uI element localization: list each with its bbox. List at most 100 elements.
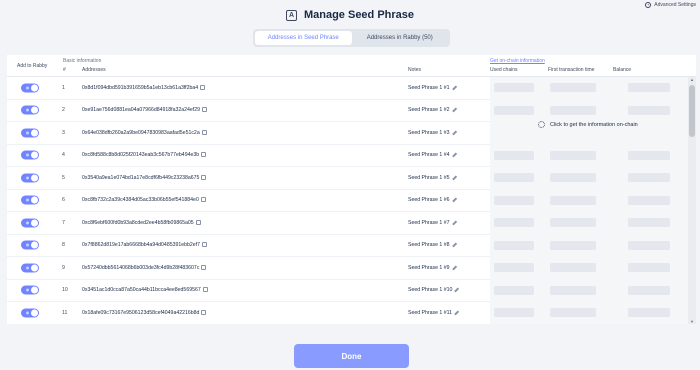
title-bar: A Manage Seed Phrase: [0, 6, 700, 24]
row-address: 0xc8fd588c8b8d025f20143eab3c567b77eb494e…: [82, 152, 207, 159]
onchain-placeholder-row: [490, 190, 688, 213]
edit-icon[interactable]: [451, 130, 457, 135]
row-note: Seed Phrase 1 #11: [408, 310, 459, 316]
tab-addresses-in-rabby[interactable]: Addresses in Rabby (50): [352, 31, 449, 45]
row-note: Seed Phrase 1 #5: [408, 175, 457, 181]
note-text: Seed Phrase 1 #9: [408, 264, 450, 271]
used-chains-placeholder: [494, 173, 534, 182]
scroll-up-icon[interactable]: ▲: [689, 77, 695, 82]
advanced-settings-link[interactable]: + Advanced Settings: [645, 2, 696, 8]
edit-icon[interactable]: [451, 85, 457, 90]
add-to-rabby-toggle[interactable]: [21, 308, 39, 318]
used-chains-placeholder: [494, 83, 534, 92]
edit-icon[interactable]: [451, 152, 457, 158]
edit-icon[interactable]: [454, 310, 459, 315]
table-row: 5 0x3540a9ea1e074bd1a17e8cdf6fb449c23238a…: [7, 167, 490, 190]
group-basic-info: Basic information: [63, 58, 102, 64]
toggle-indicator: [26, 176, 29, 180]
scroll-down-icon[interactable]: ▼: [689, 319, 695, 324]
get-onchain-info-link[interactable]: Get on-chain information: [490, 58, 545, 64]
used-chains-placeholder: [494, 240, 534, 250]
add-to-rabby-toggle[interactable]: [21, 195, 39, 205]
balance-placeholder: [628, 240, 670, 250]
add-to-rabby-toggle[interactable]: [21, 218, 39, 228]
seed-phrase-icon: A: [285, 9, 297, 21]
first-tx-placeholder: [550, 105, 596, 115]
row-index: 1: [62, 84, 65, 91]
onchain-placeholder-row: [490, 167, 688, 190]
address-text: 0x64e038dfb260a2a9be0947830983aafad5e51c…: [82, 129, 200, 136]
copy-icon[interactable]: [201, 152, 207, 158]
edit-icon[interactable]: [451, 175, 457, 180]
row-address: 0x57240dbb5614068b6b003de3fc4d9b28f48360…: [82, 264, 207, 271]
add-to-rabby-toggle[interactable]: [21, 263, 39, 273]
add-to-rabby-toggle[interactable]: [21, 105, 39, 115]
onchain-placeholder-row: [490, 77, 688, 100]
add-to-rabby-toggle[interactable]: [21, 240, 39, 250]
used-chains-placeholder: [494, 263, 534, 272]
table-row: 6 0xc8fb732c2a39c4384d05ac33b06b55ef54188…: [7, 190, 490, 212]
onchain-placeholder-row: [490, 100, 688, 123]
row-note: Seed Phrase 1 #4: [408, 152, 457, 158]
edit-icon[interactable]: [451, 197, 457, 203]
col-index: #: [63, 67, 66, 73]
col-add-to-rabby: Add to Rabby: [17, 63, 48, 69]
toggle-indicator: [26, 311, 29, 315]
row-note: Seed Phrase 1 #10: [408, 287, 460, 293]
copy-icon[interactable]: [201, 309, 207, 315]
scrollbar[interactable]: ▲ ▼: [688, 77, 696, 324]
edit-icon[interactable]: [451, 220, 457, 225]
done-button[interactable]: Done: [294, 344, 409, 368]
row-index: 5: [62, 174, 65, 181]
add-to-rabby-toggle[interactable]: [21, 128, 39, 138]
toggle-indicator: [26, 86, 29, 90]
col-first-tx: First transaction time: [548, 67, 595, 73]
edit-icon[interactable]: [451, 107, 457, 113]
used-chains-placeholder: [494, 218, 534, 227]
copy-icon[interactable]: [200, 84, 206, 90]
copy-icon[interactable]: [202, 287, 208, 293]
first-tx-placeholder: [550, 218, 596, 227]
copy-icon[interactable]: [195, 219, 201, 225]
table-row: 3 0x64e038dfb260a2a9be0947830983aafad5e51…: [7, 122, 490, 145]
onchain-placeholder-row: [490, 257, 688, 280]
edit-icon[interactable]: [451, 265, 457, 270]
address-text: 0x57240dbb5614068b6b003de3fc4d9b28f48360…: [82, 264, 200, 271]
onchain-placeholder-row: [490, 280, 688, 303]
add-to-rabby-toggle[interactable]: [21, 150, 39, 160]
add-to-rabby-toggle[interactable]: [21, 173, 39, 183]
copy-icon[interactable]: [201, 264, 207, 270]
advanced-settings-label: Advanced Settings: [654, 2, 696, 8]
table-rows: 1 0x8d1f094dbd591b391659b5a1eb13cb61a3ff2…: [7, 77, 490, 324]
onchain-placeholder-row: [490, 235, 688, 258]
note-text: Seed Phrase 1 #2: [408, 107, 450, 114]
loading-icon: [538, 121, 545, 128]
table-row: 2 0xe91ae756d0881ea04a07966d84918fa32a24e…: [7, 100, 490, 122]
table-row: 7 0xc8f6ebf600fd0b93a8cded2ee4b58fb09865a…: [7, 212, 490, 235]
copy-icon[interactable]: [202, 107, 207, 113]
copy-icon[interactable]: [200, 197, 206, 203]
address-text: 0x18afe09c73167e9506123d58cef4049a42216b…: [82, 309, 200, 316]
scroll-thumb[interactable]: [689, 85, 695, 137]
address-text: 0xc8fd588c8b8d025f20143eab3c567b77eb494e…: [82, 152, 200, 159]
row-note: Seed Phrase 1 #2: [408, 107, 457, 113]
toggle-indicator: [26, 221, 29, 225]
row-index: 9: [62, 264, 65, 271]
edit-icon[interactable]: [454, 287, 460, 293]
copy-icon[interactable]: [201, 174, 207, 180]
edit-icon[interactable]: [451, 242, 457, 248]
copy-icon[interactable]: [202, 242, 207, 248]
row-address: 0xc8f6ebf600fd0b93a8cded2ee4b58fb09865a0…: [82, 220, 201, 226]
balance-placeholder: [628, 150, 670, 160]
balance-placeholder: [628, 83, 670, 92]
table-header: Add to Rabby Basic information # Address…: [7, 55, 696, 77]
row-address: 0x7f8862d819e17ab6668bb4a94d0485391ebb2e…: [82, 242, 207, 248]
copy-icon[interactable]: [201, 129, 207, 135]
tab-addresses-in-seed-phrase[interactable]: Addresses in Seed Phrase: [255, 31, 352, 45]
row-note: Seed Phrase 1 #6: [408, 197, 457, 203]
toggle-indicator: [26, 108, 29, 112]
balance-placeholder: [628, 173, 670, 182]
add-to-rabby-toggle[interactable]: [21, 83, 39, 93]
get-onchain-info-button[interactable]: Click to get the information on-chain: [538, 121, 638, 128]
add-to-rabby-toggle[interactable]: [21, 285, 39, 295]
